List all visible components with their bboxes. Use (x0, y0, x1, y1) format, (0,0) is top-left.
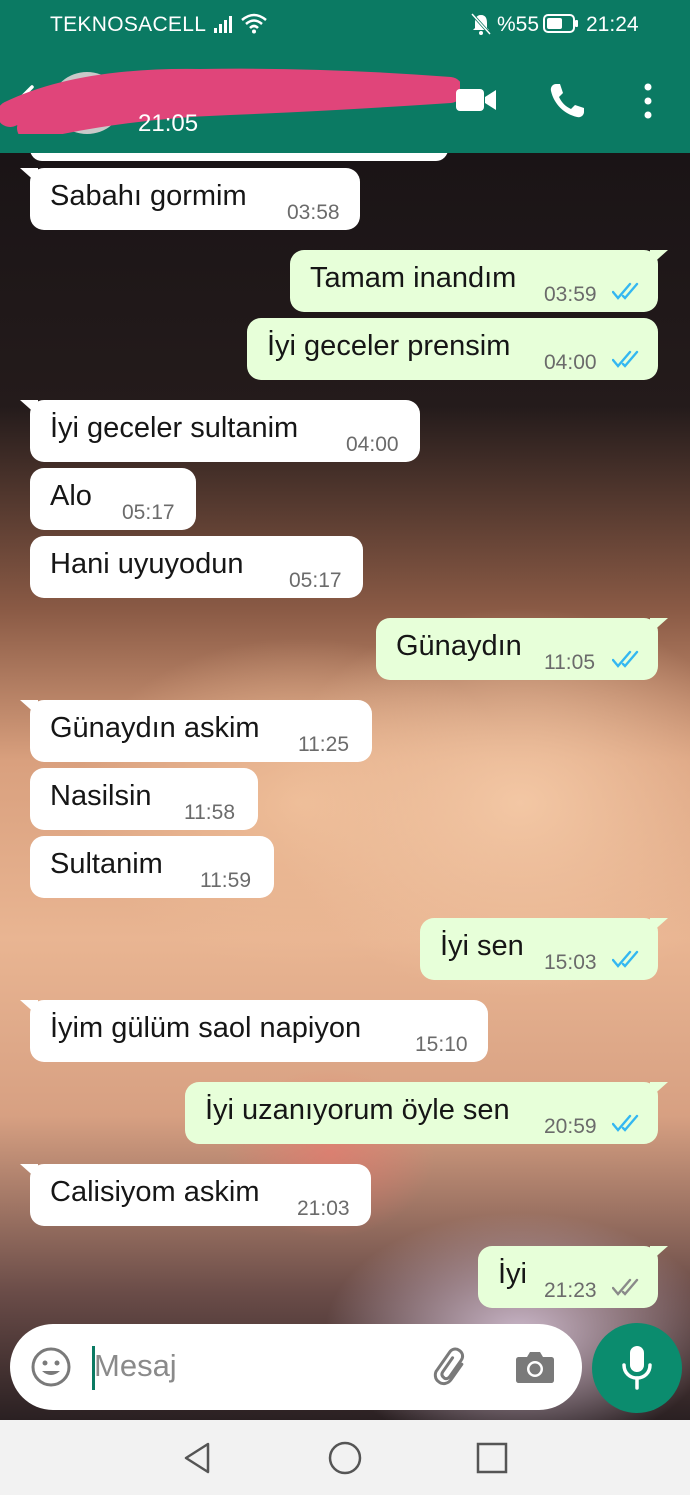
incoming-message[interactable]: Alo 05:17 (30, 468, 196, 530)
outgoing-message[interactable]: İyi sen 15:03 (420, 918, 668, 980)
message-text: İyi uzanıyorum öyle sen (205, 1094, 510, 1126)
bubble-tail (650, 1246, 668, 1262)
read-ticks-icon (612, 282, 639, 300)
outgoing-message[interactable]: Tamam inandım 03:59 (290, 250, 668, 312)
message-text: Hani uyuyodun (50, 548, 244, 580)
message-time: 21:03 (297, 1197, 350, 1220)
more-vert-icon[interactable] (638, 82, 658, 120)
video-call-icon[interactable] (455, 86, 497, 114)
outgoing-message[interactable]: İyi geceler prensim 04:00 (247, 318, 658, 380)
message-text: Sultanim (50, 848, 163, 880)
message-time: 05:17 (122, 501, 175, 524)
read-ticks-icon (612, 950, 639, 968)
read-ticks-icon (612, 650, 639, 668)
message-bubble-partial (30, 153, 448, 161)
message-text: Alo (50, 480, 92, 512)
app-header: TEKNOSACELL %55 21:24 21:05 (0, 0, 690, 153)
status-time: 21:24 (586, 13, 639, 36)
bubble-tail (20, 400, 38, 416)
read-ticks-icon (612, 350, 639, 368)
battery-percent: %55 (497, 13, 540, 36)
bubble-tail (650, 918, 668, 934)
bubble-tail (20, 700, 38, 716)
incoming-message[interactable]: Nasilsin 11:58 (30, 768, 258, 830)
delivered-ticks-icon (612, 1278, 639, 1296)
message-text: Nasilsin (50, 780, 152, 812)
bubble-tail (20, 1164, 38, 1180)
message-time: 15:10 (415, 1033, 468, 1056)
status-bar: TEKNOSACELL %55 21:24 (0, 0, 690, 50)
incoming-message[interactable]: Sultanim 11:59 (30, 836, 274, 898)
message-time: 11:58 (184, 801, 235, 824)
message-text: İyi sen (440, 930, 524, 962)
paperclip-icon[interactable] (432, 1346, 472, 1386)
outgoing-message[interactable]: Günaydın 11:05 (376, 618, 668, 680)
message-text: İyi (498, 1258, 527, 1290)
battery-icon (543, 14, 578, 33)
bubble-tail (650, 1082, 668, 1098)
chat-area[interactable]: Sabahı gormim 03:58 Tamam inandım 03:59 İyi … (0, 153, 690, 1420)
incoming-message[interactable]: İyim gülüm saol napiyon 15:10 (20, 1000, 488, 1062)
message-time: 15:03 (544, 951, 597, 974)
camera-icon[interactable] (515, 1347, 555, 1385)
message-time: 04:00 (544, 351, 597, 374)
bell-muted-icon (470, 12, 492, 36)
nav-home-icon[interactable] (327, 1440, 363, 1476)
message-time: 05:17 (289, 569, 342, 592)
message-composer (10, 1324, 582, 1410)
emoji-icon[interactable] (30, 1346, 72, 1388)
bubble-tail (20, 1000, 38, 1016)
message-time: 03:58 (287, 201, 340, 224)
incoming-message[interactable]: İyi geceler sultanim 04:00 (20, 400, 420, 462)
message-text: Sabahı gormim (50, 180, 247, 212)
message-text: İyim gülüm saol napiyon (50, 1012, 362, 1044)
carrier-name: TEKNOSACELL (50, 13, 207, 36)
signal-icon (214, 16, 232, 33)
message-time: 03:59 (544, 283, 597, 306)
mic-icon (622, 1346, 652, 1390)
nav-recents-icon[interactable] (474, 1440, 510, 1476)
message-time: 11:25 (298, 733, 349, 756)
message-text: İyi geceler sultanim (50, 412, 299, 444)
message-text: Tamam inandım (310, 262, 517, 294)
outgoing-message[interactable]: İyi 21:23 (478, 1246, 668, 1308)
wifi-icon (241, 13, 267, 34)
bubble-tail (20, 168, 38, 184)
incoming-message[interactable]: Sabahı gormim 03:58 (20, 168, 360, 230)
message-time: 11:59 (200, 869, 251, 892)
message-time: 21:23 (544, 1279, 597, 1302)
redaction-scribble (0, 68, 460, 134)
bubble-tail (650, 618, 668, 634)
mic-button[interactable] (592, 1323, 682, 1413)
outgoing-message[interactable]: İyi uzanıyorum öyle sen 20:59 (185, 1082, 668, 1144)
message-text: Günaydın (396, 630, 522, 662)
message-text: Günaydın askim (50, 712, 260, 744)
incoming-message[interactable]: Calisiyom askim 21:03 (20, 1164, 371, 1226)
last-seen: 21:05 (138, 110, 199, 137)
incoming-message[interactable]: Hani uyuyodun 05:17 (30, 536, 363, 598)
nav-back-icon[interactable] (180, 1440, 216, 1476)
bubble-tail (650, 250, 668, 266)
message-time: 04:00 (346, 433, 399, 456)
message-time: 20:59 (544, 1115, 597, 1138)
phone-icon[interactable] (548, 82, 586, 120)
message-text: Calisiyom askim (50, 1176, 260, 1208)
message-input[interactable] (94, 1348, 414, 1384)
message-time: 11:05 (544, 651, 595, 674)
message-text: İyi geceler prensim (267, 330, 511, 362)
system-nav-bar (0, 1420, 690, 1495)
incoming-message[interactable]: Günaydın askim 11:25 (20, 700, 372, 762)
read-ticks-icon (612, 1114, 639, 1132)
